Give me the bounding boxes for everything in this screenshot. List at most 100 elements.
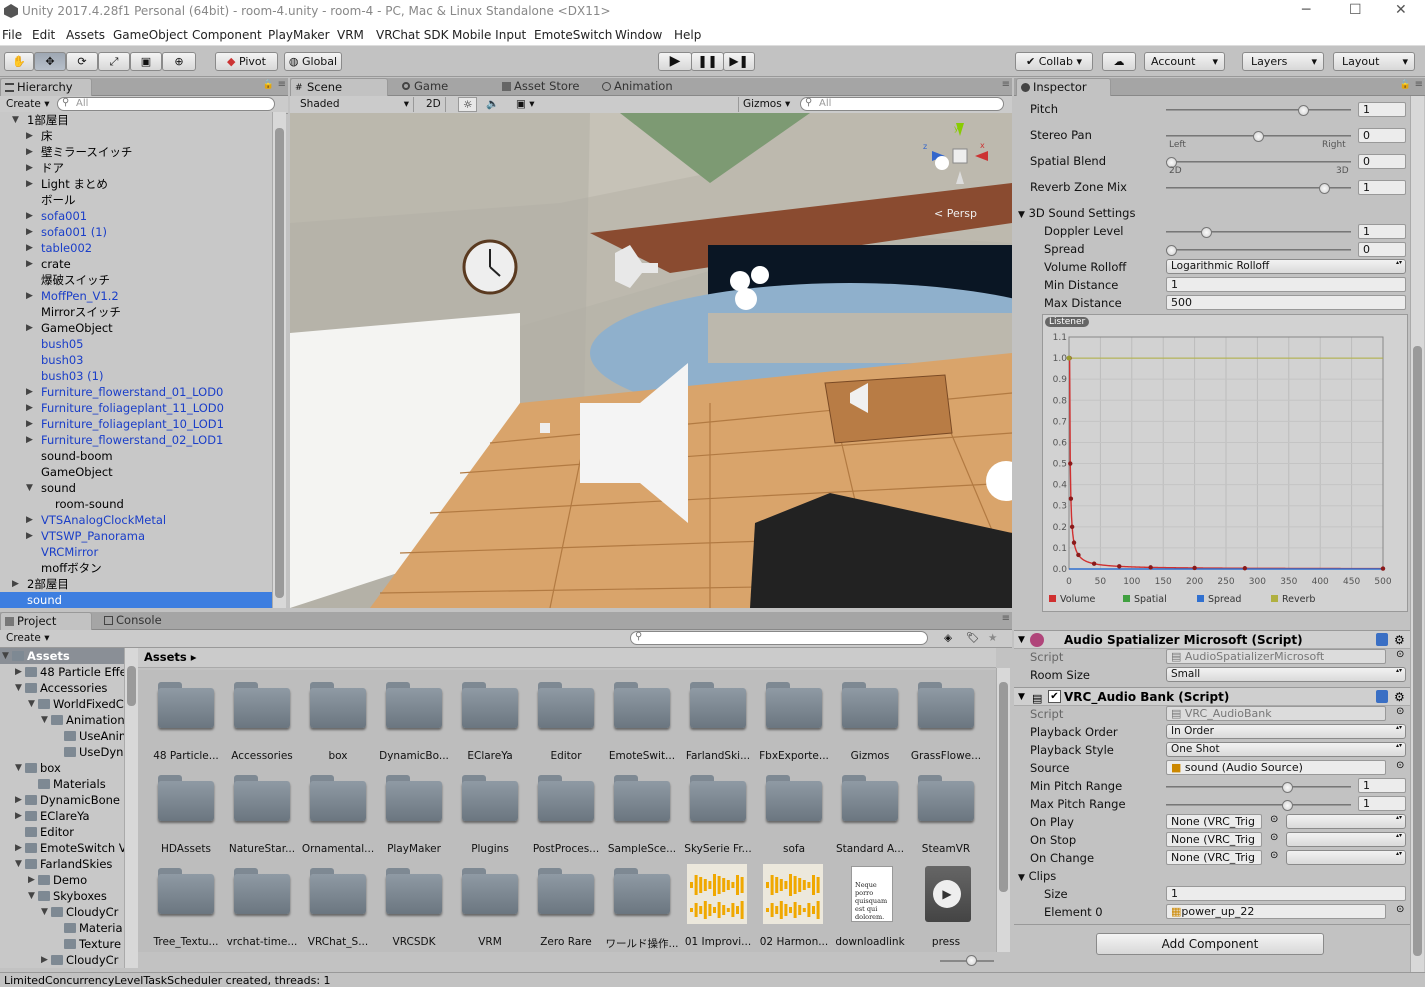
hierarchy-scrollbar[interactable] — [272, 112, 286, 608]
collapsed-arrow-icon[interactable]: ▶ — [26, 128, 33, 144]
room-size-dropdown[interactable]: Small — [1166, 667, 1406, 682]
asset-grid-scrollbar[interactable] — [996, 668, 1010, 952]
spread-field[interactable]: 0 — [1358, 242, 1406, 257]
folder-tree-item[interactable]: ▶ 48 Particle Effects — [0, 664, 124, 680]
play-button[interactable]: ▶ — [658, 52, 692, 71]
folder-tree-item[interactable]: ▶ CloudyCr — [0, 952, 124, 968]
on-stop-method-dropdown[interactable] — [1286, 832, 1406, 847]
asset-item[interactable]: Zero Rare — [528, 864, 604, 952]
status-bar[interactable]: LimitedConcurrencyLevelTaskScheduler cre… — [0, 972, 1425, 987]
hierarchy-item[interactable]: VRCMirror — [0, 544, 272, 560]
rect-tool-icon[interactable]: ▣ — [130, 52, 162, 71]
object-picker-icon[interactable]: ⊙ — [1396, 649, 1404, 660]
object-picker-icon[interactable]: ⊙ — [1396, 904, 1404, 915]
collapsed-arrow-icon[interactable]: ▶ — [26, 384, 33, 400]
expanded-arrow-icon[interactable]: ▼ — [2, 648, 9, 664]
asset-item[interactable]: ワールド操作... — [604, 864, 680, 952]
clips-size-field[interactable]: 1 — [1166, 886, 1406, 901]
perspective-label[interactable]: < Persp — [934, 207, 977, 220]
asset-item[interactable]: PlayMaker — [376, 771, 452, 859]
spread-knob[interactable] — [1166, 245, 1177, 256]
pause-button[interactable]: ❚❚ — [691, 52, 724, 71]
asset-item[interactable]: FbxExporte... — [756, 678, 832, 766]
tab-game[interactable]: Game — [398, 78, 478, 96]
collapsed-arrow-icon[interactable]: ▶ — [26, 256, 33, 272]
hierarchy-item[interactable]: ▶ Furniture_flowerstand_01_LOD0 — [0, 384, 272, 400]
pitch-field[interactable]: 1 — [1358, 102, 1406, 117]
panel-menu-icon[interactable]: ≡ — [1415, 79, 1423, 90]
folder-tree-item[interactable]: ▼ CloudyCr — [0, 904, 124, 920]
hand-tool-icon[interactable]: ✋ — [4, 52, 34, 71]
hierarchy-item[interactable]: 爆破スイッチ — [0, 272, 272, 288]
hierarchy-item[interactable]: ▶ table002 — [0, 240, 272, 256]
tab-console[interactable]: Console — [100, 612, 180, 630]
expanded-arrow-icon[interactable]: ▼ — [26, 480, 33, 496]
scroll-thumb[interactable] — [1413, 346, 1422, 956]
object-picker-icon[interactable]: ⊙ — [1270, 832, 1278, 843]
scroll-thumb[interactable] — [127, 666, 136, 706]
asset-item[interactable]: box — [300, 678, 376, 766]
hierarchy-search-input[interactable]: ⚲ All — [57, 97, 275, 111]
enabled-checkbox[interactable]: ✔ — [1048, 690, 1061, 703]
rolloff-graph[interactable]: Listener 1.1 1.0 0.9 0.8 0.7 0.6 0.5 0.4 0.3 0.2 0… — [1042, 314, 1408, 612]
lighting-icon[interactable]: ☼ — [458, 97, 478, 112]
lock-icon[interactable]: 🔒 — [263, 80, 274, 90]
audio-toggle-icon[interactable]: 🔈 — [482, 97, 503, 112]
hierarchy-item[interactable]: ▶ VTSWP_Panorama — [0, 528, 272, 544]
source-field[interactable]: ■ sound (Audio Source) — [1166, 760, 1386, 775]
sound3d-foldout[interactable]: ▼ 3D Sound Settings — [1018, 206, 1135, 220]
folder-tree-item[interactable]: ▼ Animations — [0, 712, 124, 728]
folder-tree-item[interactable]: Texture — [0, 936, 124, 952]
spatial-blend-field[interactable]: 0 — [1358, 154, 1406, 169]
asset-item[interactable]: EClareYa — [452, 678, 528, 766]
menu-component[interactable]: Component — [192, 28, 262, 42]
folder-tree-item[interactable]: UseAnim — [0, 728, 124, 744]
curve-key[interactable] — [1069, 524, 1075, 530]
asset-item[interactable]: SampleSce... — [604, 771, 680, 859]
spatial-blend-slider[interactable] — [1166, 157, 1351, 168]
inspector-scrollbar[interactable] — [1410, 96, 1424, 972]
hierarchy-item[interactable]: ▶ MoffPen_V1.2 — [0, 288, 272, 304]
lock-icon[interactable]: 🔒 — [1400, 80, 1411, 90]
project-tree-scrollbar[interactable] — [124, 648, 138, 968]
hierarchy-item[interactable]: bush03 (1) — [0, 368, 272, 384]
max-pitch-knob[interactable] — [1282, 800, 1293, 811]
max-pitch-slider[interactable] — [1166, 800, 1351, 811]
object-picker-icon[interactable]: ⊙ — [1270, 814, 1278, 825]
collapsed-arrow-icon[interactable]: ▶ — [15, 664, 22, 680]
collapsed-arrow-icon[interactable]: ▶ — [26, 176, 33, 192]
hierarchy-item[interactable]: sound-boom — [0, 448, 272, 464]
menu-emoteswitch[interactable]: EmoteSwitch — [534, 28, 612, 42]
effects-icon[interactable]: ▣ ▾ — [512, 97, 539, 112]
hierarchy-item[interactable]: ▶ GameObject — [0, 320, 272, 336]
curve-key[interactable] — [1068, 496, 1074, 501]
spatializer-header[interactable]: ▼ Audio Spatializer Microsoft (Script) ⚙ — [1014, 630, 1410, 649]
tab-inspector[interactable]: Inspector — [1016, 78, 1111, 96]
asset-item[interactable]: VRChat_S... — [300, 864, 376, 952]
scene-search-input[interactable]: ⚲ All — [800, 97, 1004, 111]
asset-item[interactable]: 01 Improvi... — [680, 864, 756, 952]
asset-item[interactable]: EmoteSwit... — [604, 678, 680, 766]
collapsed-arrow-icon[interactable]: ▶ — [15, 840, 22, 856]
hierarchy-item[interactable]: ▶ 2部屋目 — [0, 576, 272, 592]
folder-tree-item[interactable]: ▶ EClareYa — [0, 808, 124, 824]
collapsed-arrow-icon[interactable]: ▶ — [28, 872, 35, 888]
hierarchy-item[interactable]: sound — [0, 592, 272, 608]
asset-item[interactable]: SteamVR — [908, 771, 984, 859]
menu-mobile-input[interactable]: Mobile Input — [452, 28, 526, 42]
gear-icon[interactable]: ⚙ — [1394, 631, 1405, 649]
create-dropdown[interactable]: Create ▾ — [2, 97, 54, 112]
hierarchy-item[interactable]: ▶ 床 — [0, 128, 272, 144]
playback-style-dropdown[interactable]: One Shot — [1166, 742, 1406, 757]
curve-key[interactable] — [1148, 565, 1153, 570]
step-button[interactable]: ▶❚ — [723, 52, 755, 71]
breadcrumb-assets[interactable]: Assets — [144, 650, 187, 664]
folder-tree-item[interactable]: ▼ WorldFixedCam — [0, 696, 124, 712]
spread-slider[interactable] — [1166, 245, 1351, 256]
move-tool-icon[interactable]: ✥ — [34, 52, 66, 71]
collapsed-arrow-icon[interactable]: ▶ — [26, 528, 33, 544]
asset-item[interactable]: FarlandSki... — [680, 678, 756, 766]
folder-tree-item[interactable]: ▼ Assets — [0, 648, 124, 664]
asset-item[interactable]: VRCSDK — [376, 864, 452, 952]
element0-field[interactable]: ▦power_up_22 — [1166, 904, 1386, 919]
